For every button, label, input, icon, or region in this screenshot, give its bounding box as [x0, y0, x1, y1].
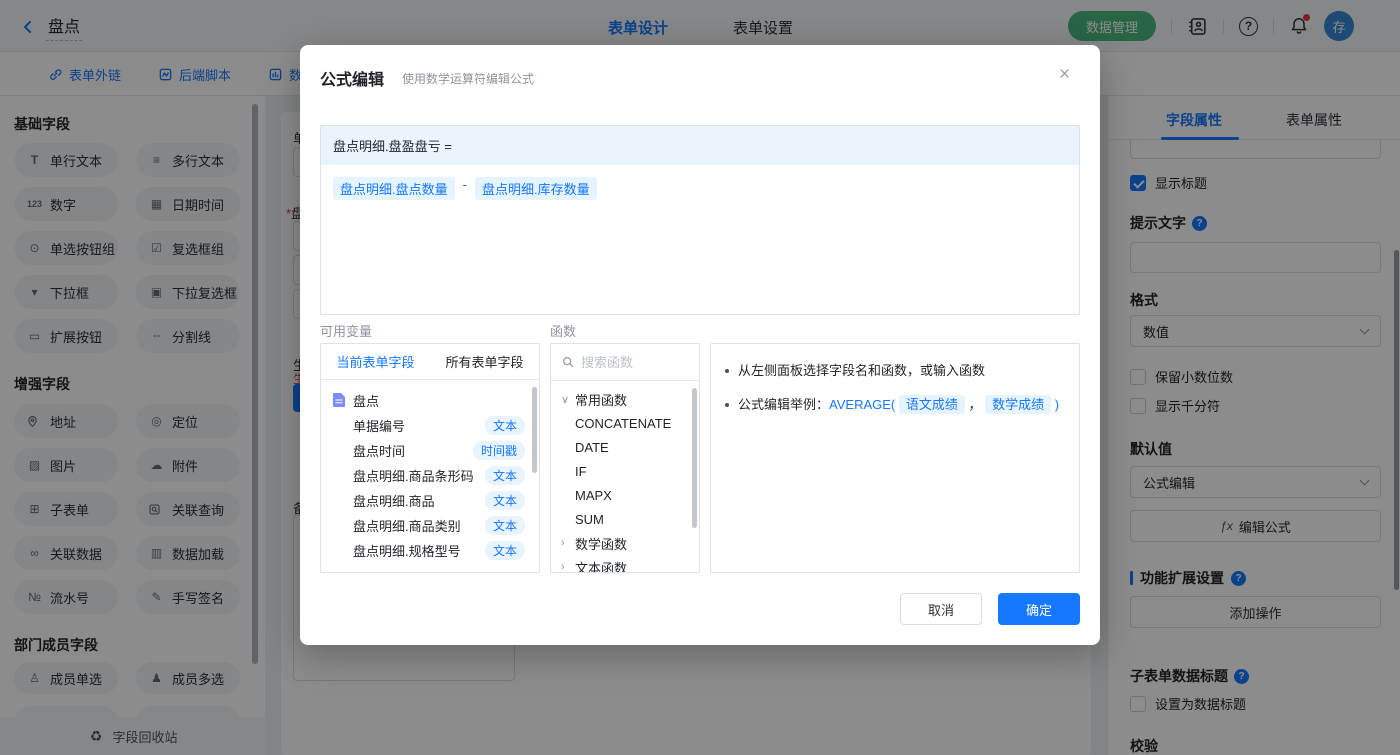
bullet-dot: [725, 403, 729, 407]
formula-variable-chip[interactable]: 盘点明细.库存数量: [474, 177, 597, 200]
bullet-dot: [725, 369, 729, 373]
formula-hints-panel: 从左侧面板选择字段名和函数，或输入函数 公式编辑举例：AVERAGE( 语文成绩…: [710, 343, 1080, 573]
example-chip: 语文成绩: [898, 395, 965, 414]
tab-all-form-fields[interactable]: 所有表单字段: [430, 352, 539, 371]
type-badge: 文本: [484, 491, 525, 510]
tree-root-label: 盘点: [353, 393, 380, 409]
document-icon: [333, 393, 345, 407]
variable-row[interactable]: 盘点明细.商品 文本: [321, 488, 539, 513]
function-item[interactable]: CONCATENATE: [551, 411, 699, 435]
search-icon: [561, 355, 575, 369]
hint-2-text: 公式编辑举例：AVERAGE( 语文成绩 ， 数学成绩 ): [738, 395, 1060, 414]
variables-section-label: 可用变量: [320, 324, 373, 339]
confirm-button[interactable]: 确定: [998, 593, 1080, 625]
variable-row[interactable]: 盘点明细.规格型号 文本: [321, 538, 539, 563]
functions-panel: ∨常用函数 CONCATENATE DATE IF MAPX SUM ›数学函数…: [550, 343, 700, 573]
formula-expression[interactable]: 盘点明细.盘点数量 - 盘点明细.库存数量: [321, 165, 1079, 212]
modal-title: 公式编辑: [320, 72, 385, 89]
type-badge: 时间戳: [472, 441, 525, 460]
variables-panel: 当前表单字段 所有表单字段 盘点 单据编号 文本 盘点时间 时间戳 盘点明细.商品条…: [320, 343, 540, 573]
formula-editor[interactable]: 盘点明细.盘盈盘亏 = 盘点明细.盘点数量 - 盘点明细.库存数量: [320, 125, 1080, 315]
variable-row[interactable]: 单据编号 文本: [321, 413, 539, 438]
caret-right-icon: ›: [561, 561, 565, 573]
hint-1-text: 从左侧面板选择字段名和函数，或输入函数: [738, 363, 986, 378]
modal-subtitle: 使用数学运算符编辑公式: [402, 72, 535, 86]
function-item[interactable]: MAPX: [551, 483, 699, 507]
tab-current-form-fields[interactable]: 当前表单字段: [321, 352, 430, 371]
type-badge: 文本: [484, 466, 525, 485]
type-badge: 文本: [484, 541, 525, 560]
hint-line-2: 公式编辑举例：AVERAGE( 语文成绩 ， 数学成绩 ): [725, 394, 1065, 416]
function-group-math[interactable]: › 数学函数: [551, 531, 699, 555]
formula-variable-chip[interactable]: 盘点明细.盘点数量: [333, 177, 455, 200]
variable-row[interactable]: 盘点明细.商品条形码 文本: [321, 463, 539, 488]
hint-line-1: 从左侧面板选择字段名和函数，或输入函数: [725, 360, 1065, 382]
tree-root-inventory[interactable]: 盘点: [321, 387, 539, 413]
example-chip: 数学成绩: [985, 395, 1052, 414]
variable-row[interactable]: 盘点明细.商品类别 文本: [321, 513, 539, 538]
close-icon[interactable]: ×: [1059, 65, 1070, 84]
functions-scrollbar[interactable]: [692, 388, 697, 528]
function-item[interactable]: DATE: [551, 435, 699, 459]
function-group-text[interactable]: › 文本函数: [551, 555, 699, 573]
functions-section-label: 函数: [550, 324, 577, 339]
variables-scrollbar[interactable]: [532, 387, 537, 473]
variable-row[interactable]: 盘点时间 时间戳: [321, 438, 539, 463]
type-badge: 文本: [484, 516, 525, 535]
caret-right-icon: ›: [561, 537, 565, 549]
function-group-common[interactable]: ∨ 常用函数: [551, 387, 699, 411]
function-item[interactable]: SUM: [551, 507, 699, 531]
app-root: 盘点 表单设计 表单设置 数据管理 ? 存 表单外链 后端脚本 基础字段 T 单…: [0, 0, 1400, 755]
formula-edit-modal: 公式编辑 使用数学运算符编辑公式 × 盘点明细.盘盈盘亏 = 盘点明细.盘点数量…: [300, 45, 1100, 645]
caret-down-icon: ∨: [561, 393, 570, 406]
function-search[interactable]: [551, 344, 699, 381]
formula-target: 盘点明细.盘盈盘亏 =: [333, 139, 452, 154]
formula-target-row: 盘点明细.盘盈盘亏 =: [321, 126, 1079, 165]
function-item[interactable]: IF: [551, 459, 699, 483]
cancel-button[interactable]: 取消: [900, 593, 982, 625]
function-search-input[interactable]: [581, 354, 681, 370]
formula-operator: -: [462, 177, 467, 192]
type-badge: 文本: [484, 416, 525, 435]
